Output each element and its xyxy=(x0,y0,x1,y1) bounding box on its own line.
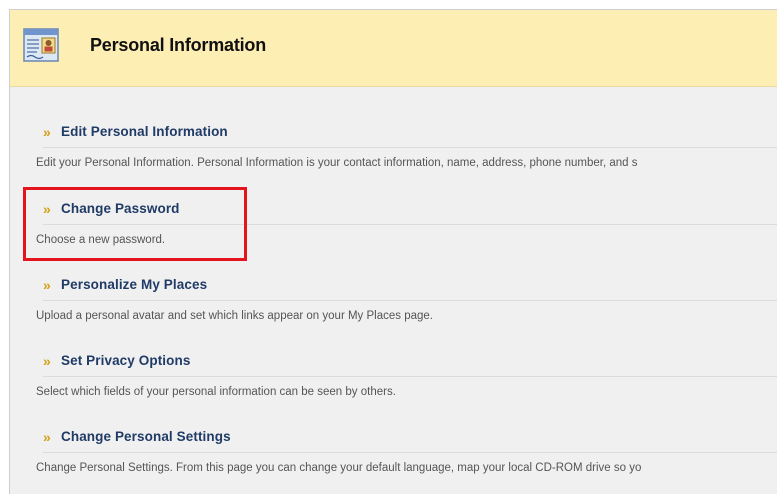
page-header: Personal Information xyxy=(10,10,777,87)
personal-info-card-icon xyxy=(23,28,59,62)
section-header: » Change Personal Settings xyxy=(43,425,777,453)
personalize-my-places-link[interactable]: Personalize My Places xyxy=(61,277,207,292)
section-set-privacy-options: » Set Privacy Options Select which field… xyxy=(36,349,777,398)
chevron-right-icon: » xyxy=(43,353,51,369)
highlight-annotation-box xyxy=(23,187,247,261)
chevron-right-icon: » xyxy=(43,124,51,140)
section-header: » Set Privacy Options xyxy=(43,349,777,377)
section-description: Select which fields of your personal inf… xyxy=(36,386,396,398)
chevron-right-icon: » xyxy=(43,277,51,293)
section-description: Change Personal Settings. From this page… xyxy=(36,462,642,474)
page-title: Personal Information xyxy=(90,35,267,55)
edit-personal-information-link[interactable]: Edit Personal Information xyxy=(61,124,228,139)
section-description: Upload a personal avatar and set which l… xyxy=(36,310,433,322)
section-description: Edit your Personal Information. Personal… xyxy=(36,157,638,169)
section-personalize-my-places: » Personalize My Places Upload a persona… xyxy=(36,273,777,322)
change-personal-settings-link[interactable]: Change Personal Settings xyxy=(61,429,231,444)
set-privacy-options-link[interactable]: Set Privacy Options xyxy=(61,353,190,368)
chevron-right-icon: » xyxy=(43,429,51,445)
section-header: » Personalize My Places xyxy=(43,273,777,301)
section-change-personal-settings: » Change Personal Settings Change Person… xyxy=(36,425,777,474)
section-edit-personal-information: » Edit Personal Information Edit your Pe… xyxy=(36,120,777,169)
section-header: » Edit Personal Information xyxy=(43,120,777,148)
